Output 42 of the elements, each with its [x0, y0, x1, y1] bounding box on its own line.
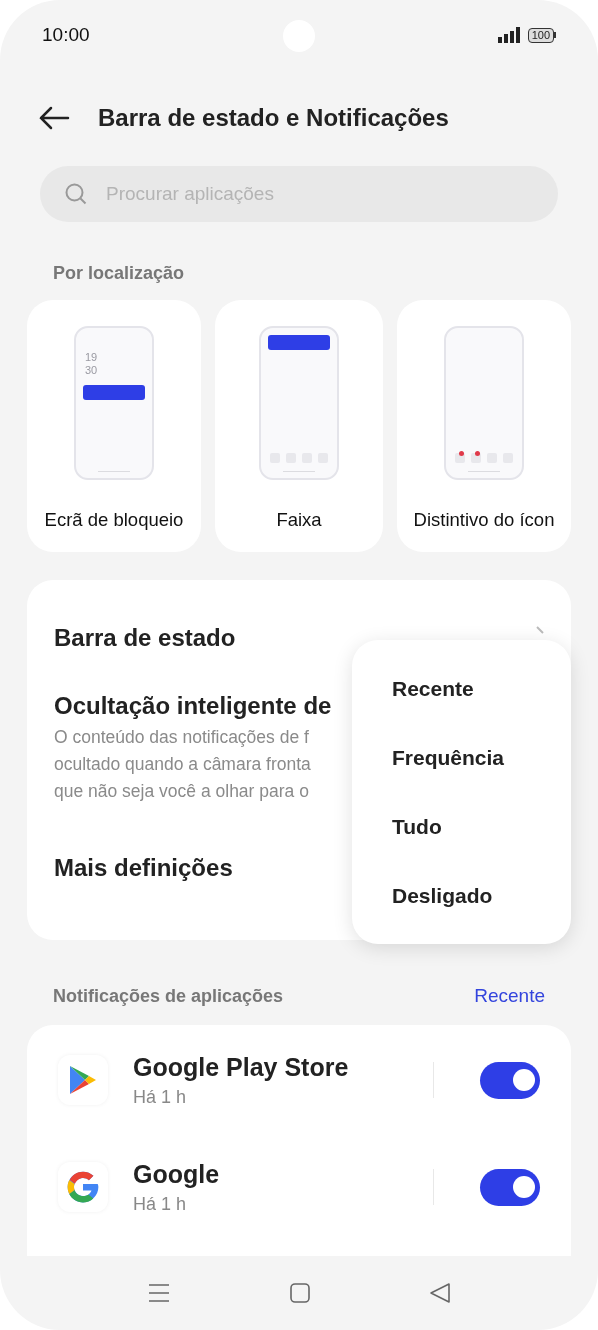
- clock-text: 19: [85, 351, 98, 364]
- menu-item[interactable]: Frequência: [392, 741, 505, 774]
- notification-bar: [268, 335, 330, 350]
- app-name: Google: [133, 1158, 220, 1190]
- signal-icon: [497, 27, 522, 43]
- menu-icon[interactable]: [148, 1282, 170, 1304]
- sort-button[interactable]: Recente: [474, 982, 545, 1011]
- notification-bar: [83, 385, 145, 400]
- clock-text: 30: [85, 364, 98, 377]
- setting-title[interactable]: Barra de estado: [54, 620, 236, 656]
- search-icon: [64, 182, 88, 206]
- menu-item[interactable]: Recente: [392, 672, 474, 705]
- setting-description: ocultado quando a câmara fronta: [54, 753, 311, 776]
- back-triangle-icon[interactable]: [430, 1283, 450, 1303]
- g-letter-icon: [58, 1162, 108, 1212]
- app-name: Google Play Store: [133, 1051, 349, 1083]
- card-label: Ecrã de bloqueio: [44, 508, 184, 532]
- setting-title[interactable]: Mais definições: [54, 850, 233, 886]
- location-card[interactable]: Faixa: [215, 300, 383, 552]
- home-square-icon[interactable]: [290, 1283, 310, 1303]
- page-title: Barra de estado e Notificações: [98, 103, 449, 133]
- location-card[interactable]: 19 30 Ecrã de bloqueio: [27, 300, 201, 552]
- card-label: Distintivo do ícon: [413, 508, 555, 532]
- card-label: Faixa: [276, 508, 322, 532]
- app-badge-icon: [455, 452, 465, 463]
- app-time: Há 1 h: [133, 1192, 187, 1216]
- battery-icon: 100: [527, 27, 556, 43]
- toggle-switch[interactable]: [480, 1168, 540, 1206]
- status-time: 10:00: [42, 22, 90, 47]
- setting-description: O conteúdo das notificações de f: [54, 726, 309, 749]
- app-time: Há 1 h: [133, 1085, 187, 1109]
- menu-item[interactable]: Tudo: [392, 810, 442, 843]
- app-badge-icon: [471, 452, 481, 463]
- setting-description: que não seja você a olhar para o: [54, 780, 309, 803]
- chevron-right-icon: [536, 626, 544, 634]
- section-heading: Notificações de aplicações: [53, 984, 284, 1008]
- setting-title[interactable]: Ocultação inteligente de: [54, 688, 332, 724]
- toggle-switch[interactable]: [480, 1061, 540, 1099]
- section-heading: Por localização: [53, 263, 185, 283]
- location-card[interactable]: Distintivo do ícon: [397, 300, 571, 552]
- back-button[interactable]: [38, 106, 70, 130]
- menu-item[interactable]: Desligado: [392, 879, 493, 912]
